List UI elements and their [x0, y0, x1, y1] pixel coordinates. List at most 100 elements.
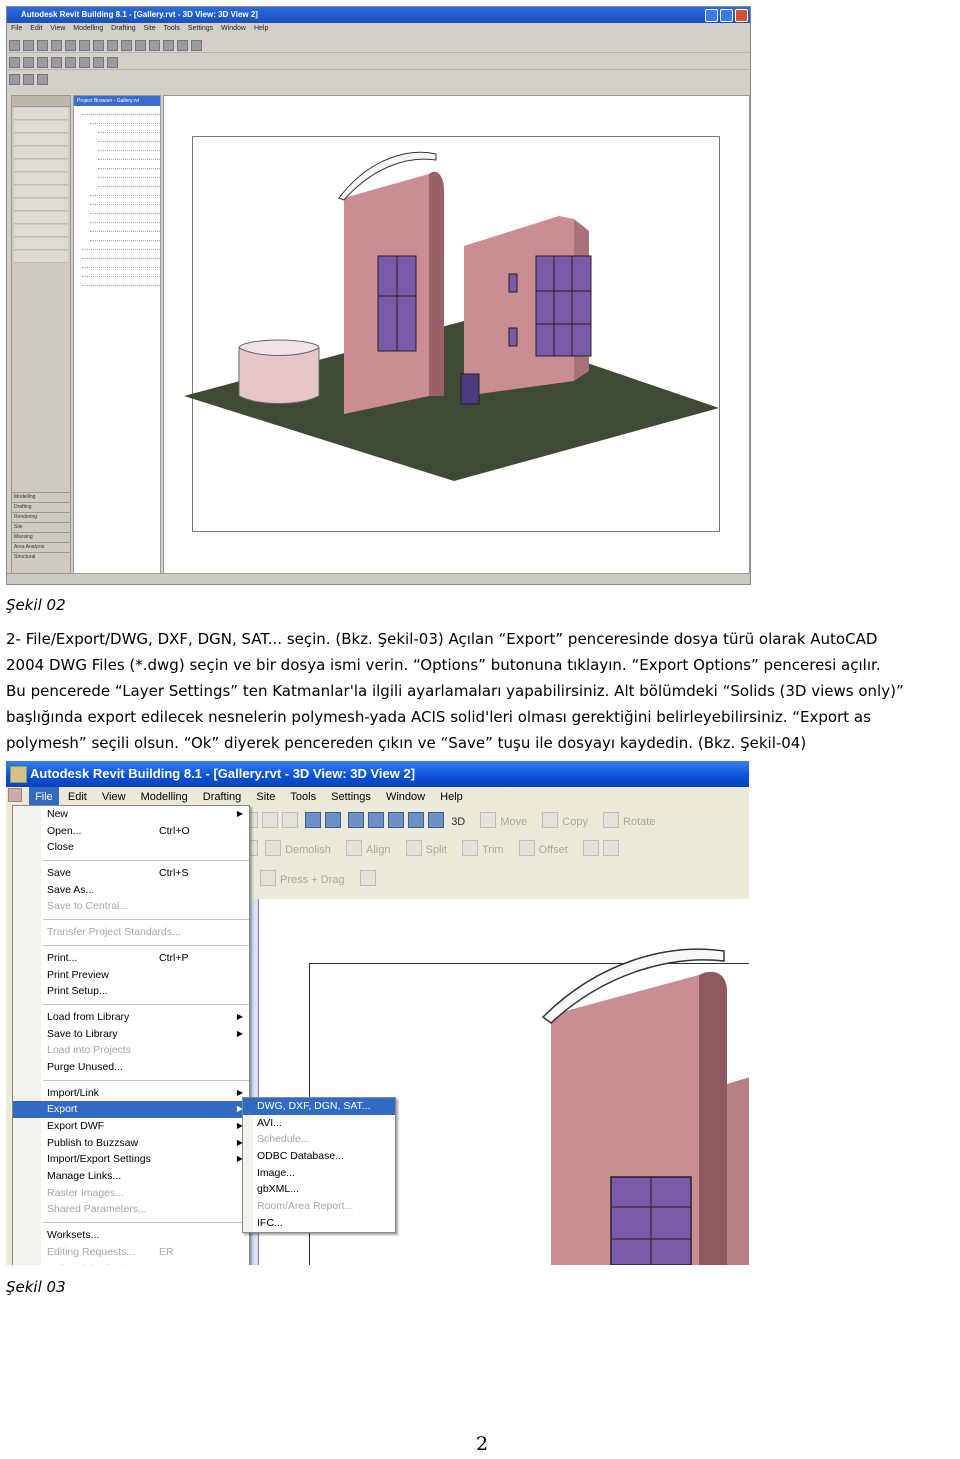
zoom-icon[interactable] [368, 812, 385, 828]
tree-node[interactable] [90, 224, 160, 232]
menu-window[interactable]: Window [221, 25, 246, 32]
file-menu-item[interactable]: Save As... [13, 882, 249, 899]
copy-button[interactable]: Copy [562, 811, 588, 833]
menu-help[interactable]: Help [254, 25, 268, 32]
design-bar-item[interactable] [14, 225, 68, 237]
save-icon[interactable] [37, 40, 48, 51]
design-bar-item[interactable] [14, 251, 68, 263]
file-menu-item[interactable]: Export ▶ [13, 1101, 249, 1118]
tab-drafting[interactable]: Drafting [12, 502, 70, 512]
file-menu-item[interactable]: Import/Link ▶ [13, 1085, 249, 1102]
measure-icon[interactable] [135, 40, 146, 51]
undo-icon[interactable] [107, 40, 118, 51]
move-button[interactable]: Move [500, 811, 527, 833]
design-bar-item[interactable] [14, 160, 68, 172]
menu-view[interactable]: View [96, 787, 132, 807]
tree-node[interactable] [82, 242, 160, 250]
close-icon[interactable] [735, 9, 748, 22]
cut-icon[interactable] [65, 40, 76, 51]
help-icon[interactable] [149, 40, 160, 51]
file-menu-item[interactable]: Export DWF ▶ [13, 1118, 249, 1135]
design-bar-item[interactable] [14, 121, 68, 133]
file-menu-item[interactable]: Open... Ctrl+O [13, 823, 249, 840]
menu-drafting[interactable]: Drafting [197, 787, 248, 807]
window-icon[interactable] [51, 57, 62, 68]
help-pointer-icon[interactable] [325, 812, 342, 828]
file-menu-item[interactable]: Save to Library ▶ [13, 1026, 249, 1043]
mirror-icon[interactable] [602, 840, 619, 856]
menu-view[interactable]: View [50, 25, 65, 32]
tree-node[interactable] [98, 134, 160, 142]
demolish-button[interactable]: Demolish [285, 839, 331, 861]
export-menu-item[interactable]: ODBC Database... [243, 1148, 395, 1165]
tree-node[interactable] [90, 206, 160, 214]
new-icon[interactable] [9, 40, 20, 51]
tree-node[interactable] [90, 197, 160, 205]
split-icon[interactable] [23, 74, 34, 85]
trim-button[interactable]: Trim [482, 839, 504, 861]
3d-view-button[interactable]: 3D [451, 811, 465, 833]
menu-tools[interactable]: Tools [284, 787, 322, 807]
tree-node[interactable] [98, 170, 160, 178]
menu-site[interactable]: Site [144, 25, 156, 32]
file-menu-item[interactable]: Print Setup... [13, 983, 249, 1000]
design-bar-item[interactable] [14, 147, 68, 159]
zoom-icon[interactable] [163, 40, 174, 51]
minimize-icon[interactable] [705, 9, 718, 22]
3d-view-canvas[interactable] [163, 95, 750, 575]
file-menu-item[interactable]: Save Ctrl+S [13, 865, 249, 882]
design-bar-item[interactable] [14, 212, 68, 224]
pan-icon[interactable] [282, 812, 298, 828]
export-menu-item[interactable]: Image... [243, 1165, 395, 1182]
tree-node[interactable] [82, 278, 160, 286]
offset-button[interactable]: Offset [539, 839, 568, 861]
file-menu-item[interactable]: Worksets... [13, 1227, 249, 1244]
export-menu-item[interactable]: IFC... [243, 1215, 395, 1232]
rotate-button[interactable]: Rotate [623, 811, 655, 833]
offset-icon[interactable] [37, 74, 48, 85]
tree-node[interactable] [82, 251, 160, 259]
tab-area-analysis[interactable]: Area Analysis [12, 542, 70, 552]
file-menu-item[interactable]: Purge Unused... [13, 1059, 249, 1076]
menu-edit[interactable]: Edit [30, 25, 42, 32]
3d-view-icon[interactable] [191, 40, 202, 51]
tab-structural[interactable]: Structural [12, 552, 70, 562]
tree-node[interactable] [98, 143, 160, 151]
measure-icon[interactable] [305, 812, 322, 828]
export-menu-item[interactable]: AVI... [243, 1115, 395, 1132]
menu-help[interactable]: Help [434, 787, 469, 807]
move-icon[interactable] [65, 57, 76, 68]
mirror-icon[interactable] [93, 57, 104, 68]
tree-node[interactable] [98, 179, 160, 187]
menu-edit[interactable]: Edit [62, 787, 93, 807]
menu-file[interactable]: File [11, 25, 22, 32]
rotate-icon[interactable] [79, 57, 90, 68]
design-bar-item[interactable] [14, 173, 68, 185]
design-bar-item[interactable] [14, 199, 68, 211]
export-menu-item[interactable]: gbXML... [243, 1181, 395, 1198]
tree-node[interactable] [98, 152, 160, 160]
tab-site[interactable]: Site [12, 522, 70, 532]
file-menu-item[interactable]: Publish to Buzzsaw ▶ [13, 1135, 249, 1152]
door-icon[interactable] [37, 57, 48, 68]
design-bar-item[interactable] [14, 108, 68, 120]
shading-icon[interactable] [408, 812, 425, 828]
array-icon[interactable] [107, 57, 118, 68]
file-menu-item[interactable]: New ▶ [13, 806, 249, 823]
select-icon[interactable] [9, 57, 20, 68]
menu-modelling[interactable]: Modelling [135, 787, 194, 807]
tree-node[interactable] [82, 269, 160, 277]
file-menu-item[interactable]: Print Preview [13, 967, 249, 984]
file-menu-item[interactable]: Print... Ctrl+P [13, 950, 249, 967]
tab-massing[interactable]: Massing [12, 532, 70, 542]
menu-tools[interactable]: Tools [164, 25, 180, 32]
wall-icon[interactable] [23, 57, 34, 68]
design-bar-item[interactable] [14, 134, 68, 146]
tab-modelling[interactable]: Modelling [12, 492, 70, 502]
orbit-icon[interactable] [348, 812, 365, 828]
tree-node[interactable] [90, 215, 160, 223]
thin-lines-icon[interactable] [388, 812, 405, 828]
trim-icon[interactable] [9, 74, 20, 85]
file-menu-item[interactable]: Close [13, 839, 249, 856]
redo-icon[interactable] [262, 812, 278, 828]
